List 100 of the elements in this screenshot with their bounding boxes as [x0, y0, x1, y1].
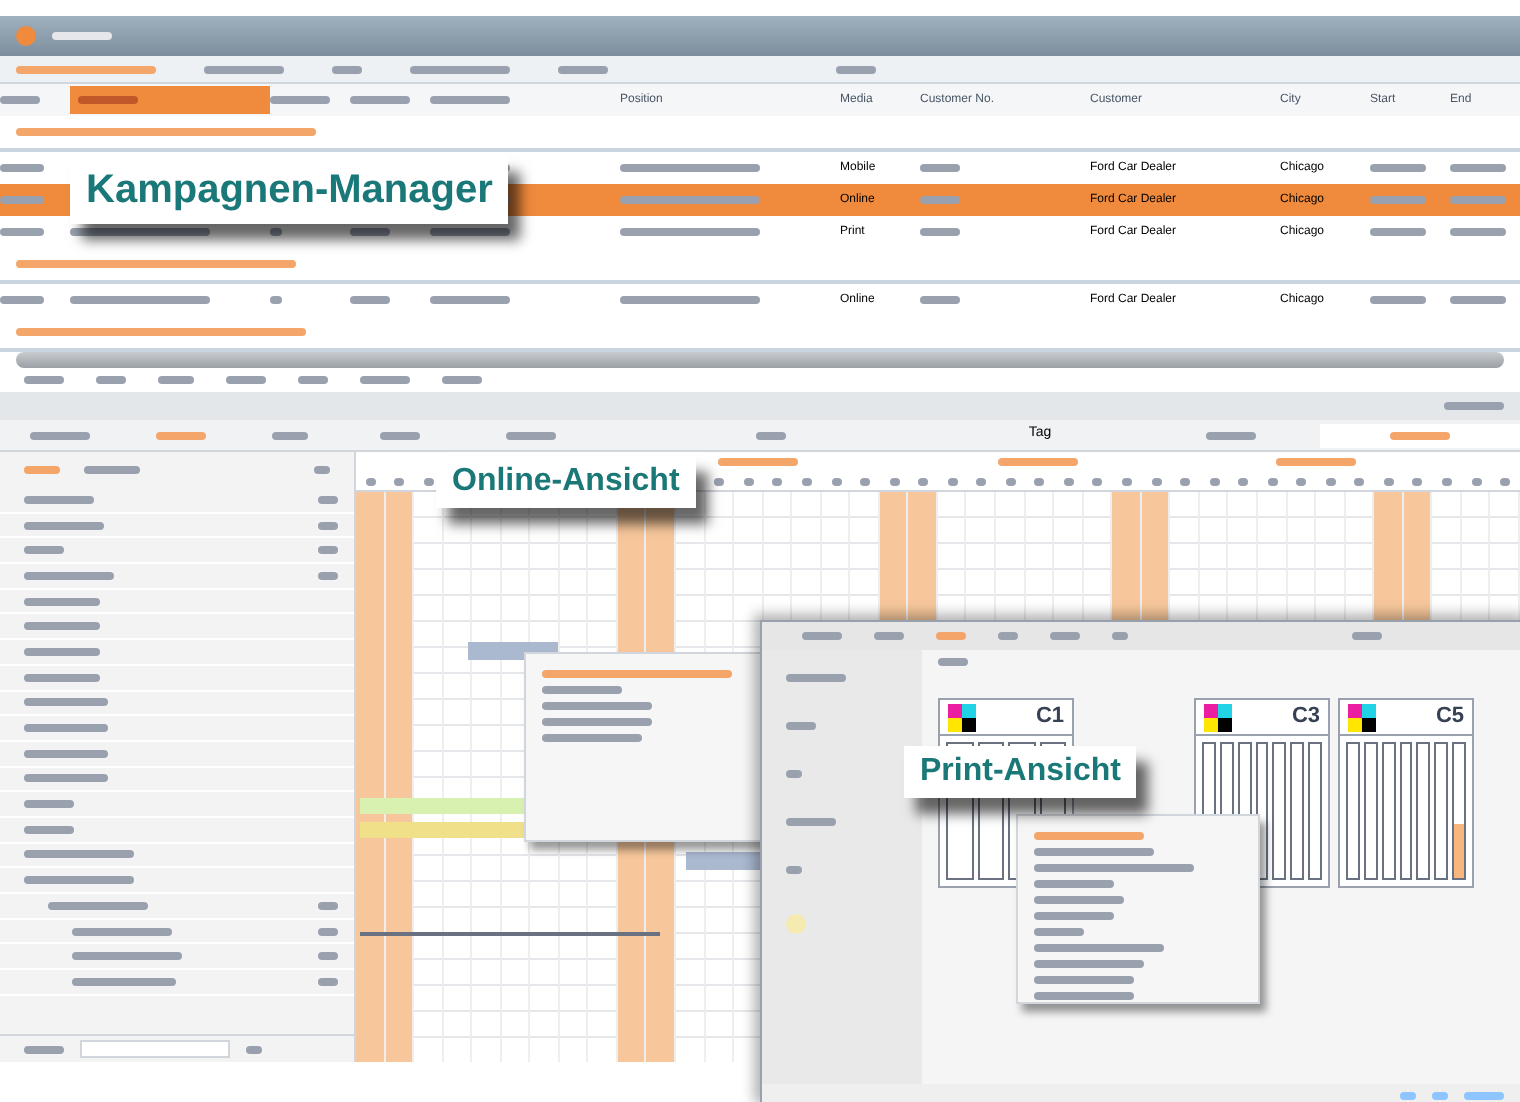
blurred-text: [430, 228, 510, 236]
blurred-text: [802, 632, 842, 640]
blurred-text: [542, 734, 642, 742]
blurred-text: [1034, 912, 1114, 920]
blurred-text: [24, 673, 100, 682]
blurred-text: [314, 466, 330, 474]
blurred-text: [786, 722, 816, 730]
color-swatch-icon: [1204, 703, 1232, 731]
blurred-text: [860, 477, 871, 485]
blurred-text: [24, 698, 108, 707]
blurred-text: [430, 296, 510, 304]
blurred-text: [1471, 477, 1482, 485]
blurred-text: [1352, 632, 1382, 640]
blurred-text: [24, 495, 94, 504]
blurred-text: [620, 196, 760, 204]
blurred-text: [831, 477, 842, 485]
blurred-text: [1034, 880, 1114, 888]
blurred-text: [24, 571, 114, 580]
print-slot[interactable]: [1346, 742, 1360, 880]
blurred-text: [1450, 164, 1506, 172]
blurred-text: [380, 431, 420, 439]
blurred-text: [1034, 960, 1144, 968]
blurred-text: [1121, 477, 1132, 485]
print-column[interactable]: C5: [1338, 698, 1474, 888]
blurred-text: [874, 632, 904, 640]
blurred-text: [442, 376, 482, 384]
blurred-text: [272, 431, 308, 439]
blurred-text: [1112, 632, 1128, 640]
horizontal-scrollbar[interactable]: [16, 352, 1504, 368]
column-label: C5: [1435, 702, 1464, 733]
blurred-text: [1296, 477, 1307, 485]
blurred-text: [1390, 431, 1450, 439]
print-slot[interactable]: [1363, 742, 1378, 880]
blurred-text: [298, 376, 328, 384]
blurred-text: [1464, 1092, 1504, 1100]
blurred-text: [718, 458, 799, 466]
print-slot[interactable]: [1452, 742, 1467, 880]
print-slot[interactable]: [1272, 742, 1287, 880]
blurred-text: [365, 477, 376, 485]
blurred-text: [743, 477, 754, 485]
blurred-text: [947, 477, 958, 485]
filter-field[interactable]: [80, 1040, 230, 1058]
blurred-text: [755, 431, 785, 439]
blurred-text: [52, 32, 112, 40]
booking-bar[interactable]: [686, 852, 766, 870]
blurred-text: [786, 674, 846, 682]
blurred-text: [938, 658, 968, 666]
blurred-text: [920, 196, 960, 204]
blurred-text: [1034, 992, 1134, 1000]
blurred-text: [1092, 477, 1103, 485]
blurred-text: [72, 952, 182, 961]
selected-view-tab[interactable]: [1320, 423, 1520, 447]
blurred-text: [1034, 832, 1144, 840]
blurred-text: [1034, 928, 1084, 936]
print-slot[interactable]: [1381, 742, 1396, 880]
print-slot[interactable]: [1416, 742, 1431, 880]
blurred-text: [1370, 296, 1426, 304]
blurred-text: [1209, 477, 1220, 485]
blurred-text: [920, 296, 960, 304]
blurred-text: [1005, 477, 1016, 485]
caption-tooltip: Kampagnen-Manager: [70, 156, 509, 224]
sorted-column-header[interactable]: [70, 86, 270, 114]
blurred-text: [998, 632, 1018, 640]
blurred-text: [78, 96, 138, 104]
blurred-text: [505, 431, 555, 439]
blurred-text: [1267, 477, 1278, 485]
blurred-text: [620, 296, 760, 304]
blurred-text: [72, 927, 172, 936]
print-slot[interactable]: [1399, 742, 1413, 880]
blurred-text: [1063, 477, 1074, 485]
blurred-text: [1151, 477, 1162, 485]
color-swatch-icon: [948, 703, 976, 731]
blurred-text: [30, 431, 90, 439]
caption-tooltip: Print-Ansicht: [904, 746, 1137, 798]
blurred-text: [70, 228, 210, 236]
print-slot[interactable]: [1434, 742, 1449, 880]
blurred-text: [542, 686, 622, 694]
blurred-text: [1450, 296, 1506, 304]
blurred-text: [558, 65, 608, 73]
blurred-text: [360, 376, 410, 384]
blurred-text: [1354, 477, 1365, 485]
blurred-text: [70, 296, 210, 304]
column-label: C1: [1035, 702, 1064, 733]
blurred-text: [1383, 477, 1394, 485]
blurred-text: [1370, 196, 1426, 204]
blurred-text: [48, 901, 148, 910]
blurred-text: [1034, 896, 1124, 904]
blurred-text: [0, 164, 44, 172]
blurred-text: [410, 65, 510, 73]
blurred-text: [24, 876, 134, 885]
blurred-text: [350, 96, 410, 104]
blurred-text: [350, 228, 390, 236]
blurred-text: [350, 296, 390, 304]
print-slot[interactable]: [1290, 742, 1305, 880]
blurred-text: [1034, 944, 1164, 952]
blurred-text: [1205, 431, 1255, 439]
blurred-text: [24, 850, 134, 859]
blurred-text: [1238, 477, 1249, 485]
print-slot[interactable]: [1308, 742, 1323, 880]
blurred-text: [889, 477, 900, 485]
